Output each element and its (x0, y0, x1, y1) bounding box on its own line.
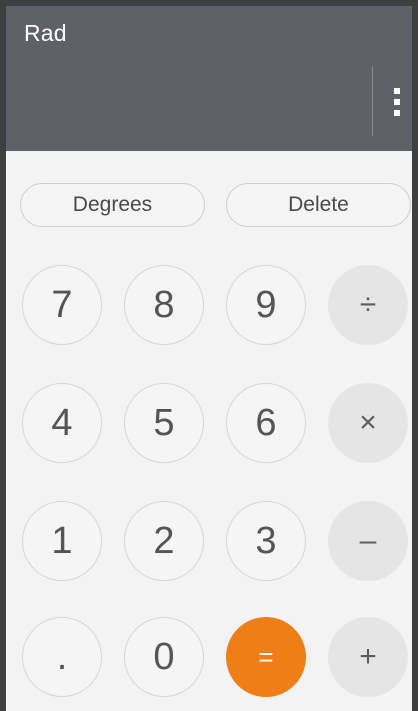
overflow-menu-icon[interactable] (390, 82, 404, 122)
key-3[interactable]: 3 (226, 501, 306, 581)
key-1[interactable]: 1 (22, 501, 102, 581)
multiply-button[interactable]: × (328, 383, 408, 463)
menu-dot (394, 110, 400, 116)
key-0[interactable]: 0 (124, 617, 204, 697)
plus-button[interactable]: + (328, 617, 408, 697)
key-2[interactable]: 2 (124, 501, 204, 581)
key-9[interactable]: 9 (226, 265, 306, 345)
divide-button[interactable]: ÷ (328, 265, 408, 345)
key-6[interactable]: 6 (226, 383, 306, 463)
decimal-point-button[interactable]: . (22, 617, 102, 697)
menu-dot (394, 99, 400, 105)
angle-mode-indicator: Rad (24, 20, 67, 46)
display-panel: Rad (6, 6, 412, 151)
key-4[interactable]: 4 (22, 383, 102, 463)
degrees-button[interactable]: Degrees (20, 183, 205, 227)
display-divider (372, 66, 373, 136)
key-7[interactable]: 7 (22, 265, 102, 345)
equals-button[interactable]: = (226, 617, 306, 697)
minus-button[interactable]: – (328, 501, 408, 581)
key-5[interactable]: 5 (124, 383, 204, 463)
key-8[interactable]: 8 (124, 265, 204, 345)
delete-button[interactable]: Delete (226, 183, 411, 227)
menu-dot (394, 88, 400, 94)
calculator-app: Rad Degrees Delete 7 8 9 ÷ 4 5 6 × 1 2 3… (0, 0, 418, 711)
